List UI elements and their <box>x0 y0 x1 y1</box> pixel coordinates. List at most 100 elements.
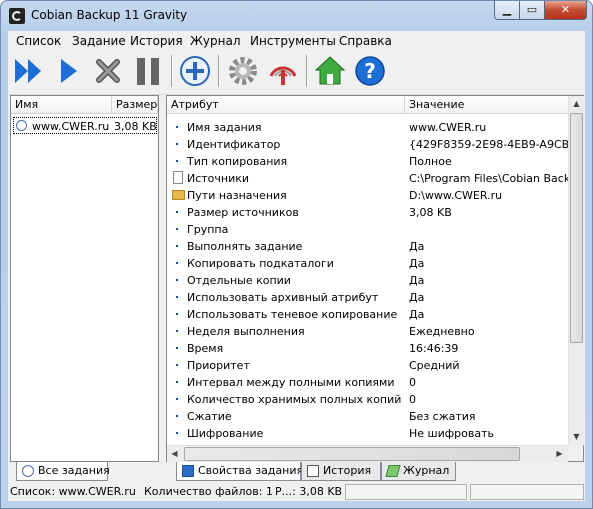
menu-log[interactable]: Журнал <box>190 34 241 48</box>
column-size-header[interactable]: Размер <box>112 96 158 114</box>
property-row[interactable]: Размер источников 3,08 KB <box>167 204 569 221</box>
title-bar[interactable]: Cobian Backup 11 Gravity ▁ ▭ ✕ <box>1 1 592 31</box>
property-row[interactable]: Группа <box>167 221 569 238</box>
bullet-icon <box>176 296 178 298</box>
bullet-icon <box>176 279 178 281</box>
property-row[interactable]: Тип копирования Полное <box>167 153 569 170</box>
bullet-icon <box>176 432 178 434</box>
property-attribute: Пути назначения <box>187 189 287 202</box>
settings-icon[interactable] <box>226 54 260 88</box>
property-row[interactable]: Отдельные копии Да <box>167 272 569 289</box>
property-row[interactable]: Шифрование Не шифровать <box>167 425 569 442</box>
client-area: Список Задание История Журнал Инструмент… <box>8 31 585 501</box>
close-button[interactable]: ✕ <box>544 1 587 20</box>
bullet-icon <box>176 330 178 332</box>
property-row[interactable]: Неделя выполнения Ежедневно <box>167 323 569 340</box>
property-attribute: Сжатие <box>187 410 232 423</box>
run-selected-icon[interactable] <box>51 54 85 88</box>
property-row[interactable]: Идентификатор {429F8359-2E98-4EB9-A9CB-30 <box>167 136 569 153</box>
task-row[interactable]: www.CWER.ru 3,08 KB <box>13 117 157 134</box>
status-progress-panel-2 <box>470 484 584 500</box>
menu-tools[interactable]: Инструменты <box>250 34 336 48</box>
menu-task[interactable]: Задание <box>72 34 126 48</box>
menu-bar: Список Задание История Журнал Инструмент… <box>8 31 585 50</box>
maximize-button[interactable]: ▭ <box>519 1 545 20</box>
property-row[interactable]: Приоритет Средний <box>167 357 569 374</box>
property-row[interactable]: Пути назначения D:\www.CWER.ru <box>167 187 569 204</box>
tab-log[interactable]: Журнал <box>381 462 456 481</box>
vertical-scrollbar[interactable]: ▲ ▼ <box>568 96 584 445</box>
scroll-down-icon[interactable]: ▼ <box>569 429 584 445</box>
property-row[interactable]: Использовать теневое копирование Да <box>167 306 569 323</box>
bullet-icon <box>176 415 178 417</box>
scroll-left-icon[interactable]: ◀ <box>167 446 182 462</box>
property-attribute: Использовать архивный атрибут <box>187 291 379 304</box>
menu-history[interactable]: История <box>130 34 183 48</box>
tab-all-tasks-label: Все задания <box>38 464 110 477</box>
minimize-button[interactable]: ▁ <box>494 1 520 20</box>
toolbar-separator <box>306 55 308 87</box>
property-attribute: Шифрование <box>187 427 264 440</box>
pause-icon[interactable] <box>131 54 165 88</box>
log-icon <box>385 465 401 477</box>
vertical-scroll-thumb[interactable] <box>570 113 583 343</box>
bullet-icon <box>176 143 178 145</box>
property-attribute: Имя задания <box>187 121 262 134</box>
property-attribute: Выполнять задание <box>187 240 303 253</box>
column-value-header[interactable]: Значение <box>405 96 569 114</box>
home-icon[interactable] <box>313 54 347 88</box>
bullet-icon <box>176 126 178 128</box>
property-row[interactable]: Использовать архивный атрибут Да <box>167 289 569 306</box>
tab-all-tasks[interactable]: Все задания <box>16 462 110 481</box>
property-row[interactable]: Сжатие Без сжатия <box>167 408 569 425</box>
menu-list[interactable]: Список <box>16 34 61 48</box>
property-attribute: Идентификатор <box>187 138 281 151</box>
property-attribute: Неделя выполнения <box>187 325 305 338</box>
property-row[interactable]: Время 16:46:39 <box>167 340 569 357</box>
property-value: {429F8359-2E98-4EB9-A9CB-30 <box>409 138 569 151</box>
property-value: C:\Program Files\Cobian Backup <box>409 172 569 185</box>
add-task-icon[interactable] <box>178 54 212 88</box>
property-attribute: Интервал между полными копиями <box>187 376 395 389</box>
app-logo-icon <box>9 8 25 24</box>
window-title: Cobian Backup 11 Gravity <box>31 8 188 22</box>
horizontal-scrollbar[interactable]: ◀ ▶ <box>167 445 568 462</box>
property-row[interactable]: Копировать подкаталоги Да <box>167 255 569 272</box>
tab-history[interactable]: История <box>301 462 381 481</box>
property-attribute: Время <box>187 342 224 355</box>
scroll-up-icon[interactable]: ▲ <box>569 96 584 112</box>
status-list: Список: www.CWER.ru <box>10 485 136 498</box>
help-icon[interactable]: ? <box>353 54 387 88</box>
scroll-right-icon[interactable]: ▶ <box>552 446 567 462</box>
property-row[interactable]: Выполнять задание Да <box>167 238 569 255</box>
property-attribute: Отдельные копии <box>187 274 291 287</box>
column-name-header[interactable]: Имя <box>11 96 112 114</box>
property-value: Да <box>409 274 425 287</box>
status-bar: Список: www.CWER.ru Количество файлов: 1… <box>8 483 585 501</box>
property-row[interactable]: Интервал между полными копиями 0 <box>167 374 569 391</box>
property-value: Ежедневно <box>409 325 475 338</box>
property-value: Не шифровать <box>409 427 494 440</box>
cancel-icon[interactable] <box>91 54 125 88</box>
toolbar-separator <box>171 55 173 87</box>
bullet-icon <box>176 228 178 230</box>
column-attribute-header[interactable]: Атрибут <box>167 96 405 114</box>
task-list-panel: Имя Размер www.CWER.ru 3,08 KB <box>10 95 159 462</box>
property-value: 3,08 KB <box>409 206 452 219</box>
status-file-count: Количество файлов: 1 <box>144 485 273 498</box>
run-all-icon[interactable] <box>11 54 45 88</box>
status-size: Р...: 3,08 KB <box>275 485 343 498</box>
property-row[interactable]: Имя задания www.CWER.ru <box>167 119 569 136</box>
property-row[interactable]: Количество хранимых полных копий 0 <box>167 391 569 408</box>
tab-log-label: Журнал <box>403 464 450 477</box>
menu-help[interactable]: Справка <box>339 34 392 48</box>
horizontal-scroll-thumb[interactable] <box>184 447 520 461</box>
tab-task-properties[interactable]: Свойства задания <box>176 462 303 481</box>
properties-icon <box>182 465 194 477</box>
property-value: D:\www.CWER.ru <box>409 189 503 202</box>
bullet-icon <box>176 211 178 213</box>
network-icon[interactable] <box>266 54 300 88</box>
property-row[interactable]: Источники C:\Program Files\Cobian Backup <box>167 170 569 187</box>
bullet-icon <box>176 245 178 247</box>
property-value: Средний <box>409 359 460 372</box>
